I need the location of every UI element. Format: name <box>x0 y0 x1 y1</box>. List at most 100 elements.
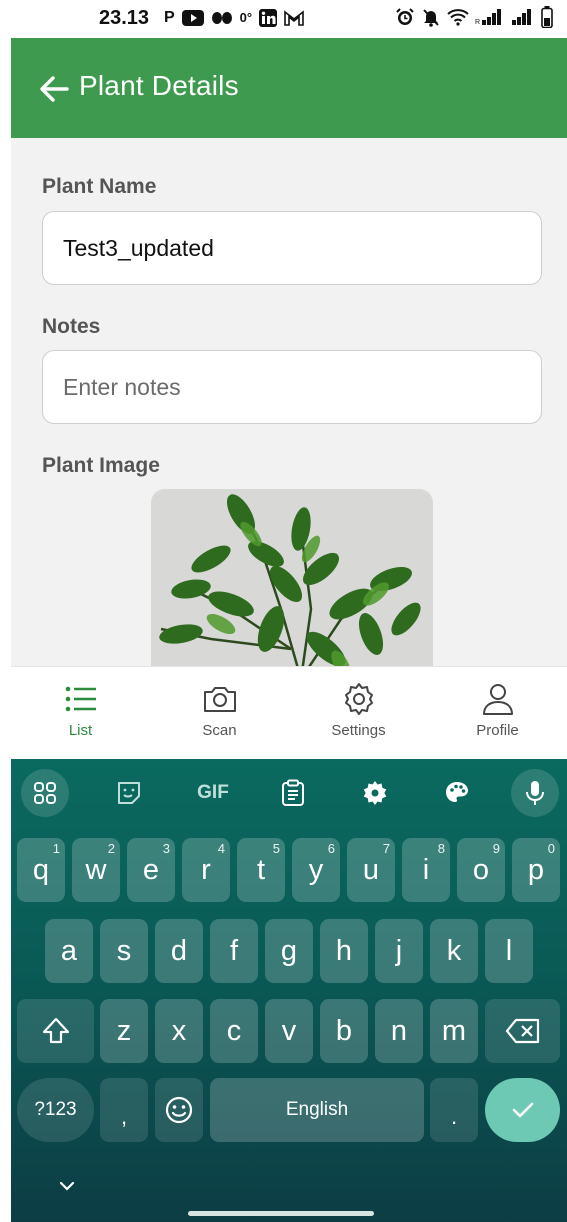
key-l[interactable]: l <box>485 919 533 983</box>
palette-icon <box>446 782 468 802</box>
key-r[interactable]: r4 <box>182 838 230 902</box>
mute-icon <box>423 9 439 27</box>
key-a[interactable]: a <box>45 919 93 983</box>
key-label: q <box>32 853 50 886</box>
nav-label-profile: Profile <box>476 722 519 739</box>
apps-icon <box>34 782 56 804</box>
key-hint: 1 <box>52 841 60 856</box>
nav-item-settings[interactable]: Settings <box>289 667 428 759</box>
key-q[interactable]: q1 <box>17 838 65 902</box>
plant-name-label: Plant Name <box>42 175 157 198</box>
key-hint: 4 <box>217 841 225 856</box>
clipboard-icon <box>282 779 304 806</box>
emoji-key[interactable] <box>155 1078 203 1142</box>
key-label: j <box>395 934 403 967</box>
key-k[interactable]: k <box>430 919 478 983</box>
voice-input-button[interactable] <box>511 769 559 817</box>
keyboard-toolbar: GIF <box>11 759 567 827</box>
apps-button[interactable] <box>21 769 69 817</box>
nav-label-settings: Settings <box>331 722 386 739</box>
theme-button[interactable] <box>433 769 481 817</box>
shift-icon <box>42 1017 69 1044</box>
key-z[interactable]: z <box>100 999 148 1063</box>
key-label: z <box>116 1014 132 1047</box>
plant-photo <box>151 489 433 679</box>
nav-label-list: List <box>68 722 93 739</box>
shift-key[interactable] <box>17 999 94 1063</box>
key-label: b <box>335 1014 353 1047</box>
key-o[interactable]: o9 <box>457 838 505 902</box>
gear-icon <box>363 781 387 805</box>
key-j[interactable]: j <box>375 919 423 983</box>
key-label: s <box>116 934 132 967</box>
key-label: l <box>505 934 513 967</box>
symbols-key[interactable]: ?123 <box>17 1078 94 1142</box>
keyboard: GIF q1 w2 e3 r4 t5 y6 u7 i8 o9 p0 a s d … <box>11 759 567 1222</box>
key-label: w <box>85 853 107 886</box>
signal-icon: R <box>475 9 501 26</box>
key-hint: 3 <box>162 841 170 856</box>
keyboard-settings-button[interactable] <box>351 769 399 817</box>
check-icon <box>512 1102 533 1118</box>
key-label: n <box>390 1014 408 1047</box>
microphone-icon <box>526 781 544 805</box>
status-left-icons: P 0° <box>164 8 304 28</box>
key-label: h <box>335 934 353 967</box>
key-w[interactable]: w2 <box>72 838 120 902</box>
status-right-icons: R <box>395 6 553 28</box>
backspace-icon <box>505 1018 539 1044</box>
key-hint: 6 <box>327 841 335 856</box>
gif-label: GIF <box>197 782 229 803</box>
key-c[interactable]: c <box>210 999 258 1063</box>
key-f[interactable]: f <box>210 919 258 983</box>
key-d[interactable]: d <box>155 919 203 983</box>
nav-item-profile[interactable]: Profile <box>428 667 567 759</box>
key-label: c <box>226 1014 242 1047</box>
temperature-glyph: 0° <box>239 10 253 25</box>
backspace-key[interactable] <box>485 999 560 1063</box>
key-u[interactable]: u7 <box>347 838 395 902</box>
space-key[interactable]: English <box>210 1078 424 1142</box>
app-bar: Plant Details <box>11 38 567 138</box>
battery-icon <box>541 6 553 28</box>
gif-button[interactable]: GIF <box>189 769 237 817</box>
notes-input[interactable] <box>42 350 542 424</box>
p-glyph: P <box>164 9 175 26</box>
plant-image[interactable] <box>151 489 433 679</box>
plant-name-input[interactable] <box>42 211 542 285</box>
key-i[interactable]: i8 <box>402 838 450 902</box>
gesture-bar <box>188 1211 374 1216</box>
notes-label: Notes <box>42 315 101 338</box>
enter-key[interactable] <box>485 1078 560 1142</box>
key-e[interactable]: e3 <box>127 838 175 902</box>
key-hint: 9 <box>492 841 500 856</box>
bottom-nav: List Scan Settings Profile <box>11 666 567 759</box>
period-key[interactable]: . <box>430 1078 478 1142</box>
butterfly-icon <box>211 12 232 24</box>
nav-item-scan[interactable]: Scan <box>150 667 289 759</box>
comma-key[interactable]: , <box>100 1078 148 1142</box>
key-y[interactable]: y6 <box>292 838 340 902</box>
key-v[interactable]: v <box>265 999 313 1063</box>
back-button[interactable] <box>37 72 71 106</box>
key-x[interactable]: x <box>155 999 203 1063</box>
key-h[interactable]: h <box>320 919 368 983</box>
key-s[interactable]: s <box>100 919 148 983</box>
key-b[interactable]: b <box>320 999 368 1063</box>
key-label: g <box>280 934 298 967</box>
key-n[interactable]: n <box>375 999 423 1063</box>
clipboard-button[interactable] <box>269 769 317 817</box>
key-g[interactable]: g <box>265 919 313 983</box>
key-label: f <box>229 934 239 967</box>
key-p[interactable]: p0 <box>512 838 560 902</box>
key-m[interactable]: m <box>430 999 478 1063</box>
sticker-button[interactable] <box>105 769 153 817</box>
collapse-keyboard-button[interactable] <box>49 1171 85 1201</box>
linkedin-icon <box>259 9 278 27</box>
key-label: e <box>142 853 160 886</box>
key-hint: 5 <box>272 841 280 856</box>
camera-icon <box>203 687 236 712</box>
key-t[interactable]: t5 <box>237 838 285 902</box>
wifi-icon <box>447 9 469 26</box>
nav-item-list[interactable]: List <box>11 667 150 759</box>
